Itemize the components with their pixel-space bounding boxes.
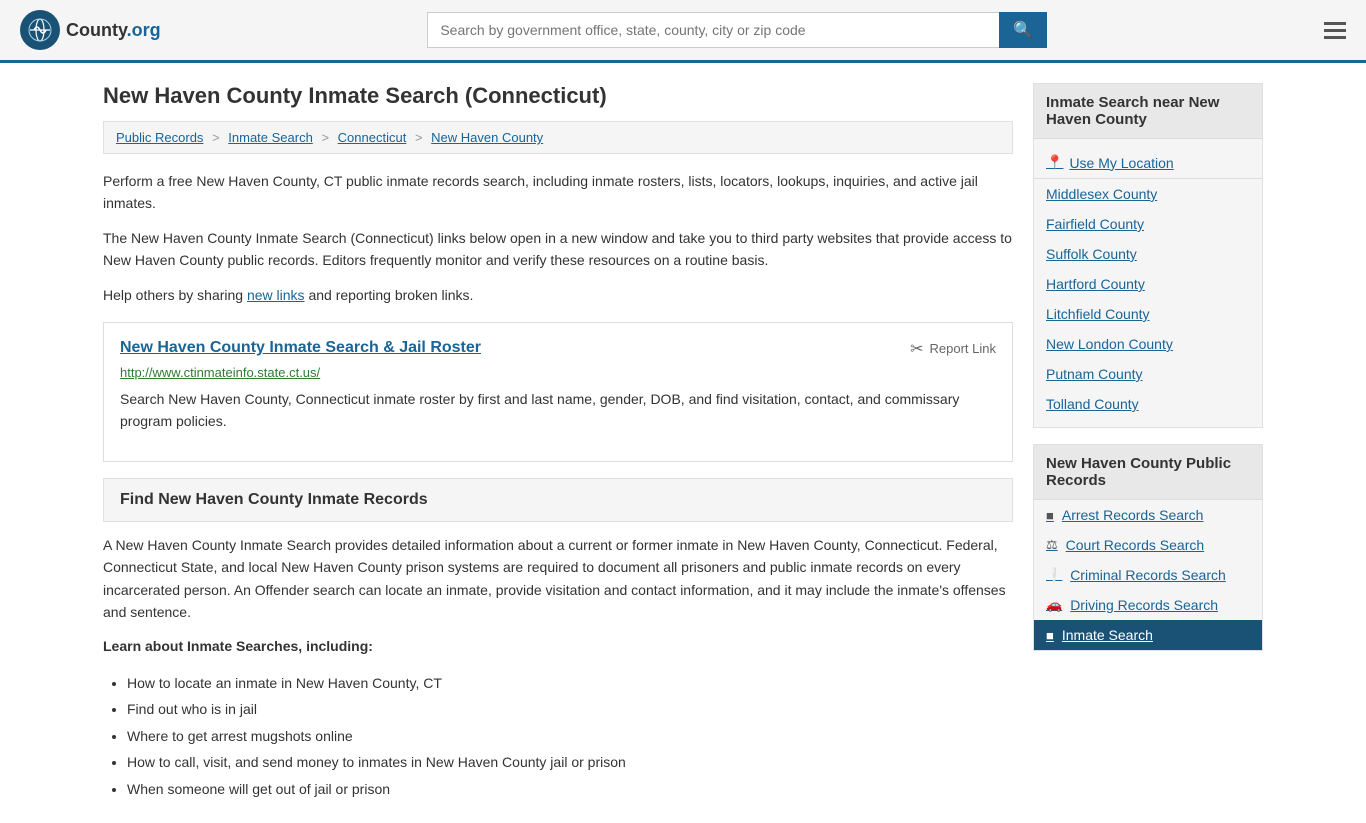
sidebar-link-fairfield[interactable]: Fairfield County — [1034, 209, 1262, 239]
report-label: Report Link — [930, 341, 996, 356]
driving-icon: 🚗 — [1046, 597, 1062, 613]
sidebar-public-records-section: New Haven County Public Records ■ Arrest… — [1033, 444, 1263, 651]
arrest-records-label: Arrest Records Search — [1062, 507, 1204, 523]
resource-title-link[interactable]: New Haven County Inmate Search & Jail Ro… — [120, 339, 481, 357]
location-pin-icon: 📍 — [1046, 154, 1063, 171]
sidebar-link-litchfield[interactable]: Litchfield County — [1034, 299, 1262, 329]
putnam-county-label: Putnam County — [1046, 366, 1143, 382]
resource-description: Search New Haven County, Connecticut inm… — [120, 388, 996, 433]
arrest-icon: ■ — [1046, 508, 1054, 523]
new-london-county-label: New London County — [1046, 336, 1173, 352]
report-link-button[interactable]: ✂ Report Link — [910, 339, 996, 359]
search-icon: 🔍 — [1013, 22, 1033, 39]
resource-card: New Haven County Inmate Search & Jail Ro… — [103, 322, 1013, 462]
page-title: New Haven County Inmate Search (Connecti… — [103, 83, 1013, 109]
menu-icon-line1 — [1324, 22, 1346, 25]
use-location-label: Use My Location — [1069, 155, 1173, 171]
intro-paragraph-2: The New Haven County Inmate Search (Conn… — [103, 227, 1013, 272]
breadcrumb-public-records[interactable]: Public Records — [116, 130, 203, 145]
find-records-body: A New Haven County Inmate Search provide… — [103, 534, 1013, 624]
intro-3-prefix: Help others by sharing — [103, 287, 247, 303]
search-bar: 🔍 — [427, 12, 1047, 48]
bullet-item-1: How to locate an inmate in New Haven Cou… — [127, 670, 1013, 697]
inmate-search-label: Inmate Search — [1062, 627, 1153, 643]
sidebar-public-records-title: New Haven County Public Records — [1034, 445, 1262, 500]
sidebar-public-records-body: ■ Arrest Records Search ⚖ Court Records … — [1034, 500, 1262, 650]
logo-link[interactable]: County.org — [20, 10, 161, 50]
menu-icon-line2 — [1324, 29, 1346, 32]
sidebar: Inmate Search near New Haven County 📍 Us… — [1033, 83, 1263, 803]
driving-records-label: Driving Records Search — [1070, 597, 1218, 613]
bullet-item-5: When someone will get out of jail or pri… — [127, 776, 1013, 803]
search-input[interactable] — [427, 12, 999, 48]
court-records-label: Court Records Search — [1066, 537, 1205, 553]
new-links-link[interactable]: new links — [247, 287, 305, 303]
sidebar-link-hartford[interactable]: Hartford County — [1034, 269, 1262, 299]
sidebar-inmate-body: 📍 Use My Location Middlesex County Fairf… — [1034, 139, 1262, 427]
report-icon: ✂ — [910, 339, 923, 359]
criminal-records-label: Criminal Records Search — [1070, 567, 1226, 583]
sidebar-link-tolland[interactable]: Tolland County — [1034, 389, 1262, 419]
resource-url-link[interactable]: http://www.ctinmateinfo.state.ct.us/ — [120, 365, 320, 380]
suffolk-county-label: Suffolk County — [1046, 246, 1137, 262]
resource-url[interactable]: http://www.ctinmateinfo.state.ct.us/ — [120, 365, 996, 380]
hartford-county-label: Hartford County — [1046, 276, 1145, 292]
intro-3-suffix: and reporting broken links. — [305, 287, 474, 303]
sidebar-inmate-section: Inmate Search near New Haven County 📍 Us… — [1033, 83, 1263, 428]
intro-paragraph-3: Help others by sharing new links and rep… — [103, 284, 1013, 306]
bullet-item-3: Where to get arrest mugshots online — [127, 723, 1013, 750]
logo-text: County.org — [66, 20, 161, 41]
sidebar-link-suffolk[interactable]: Suffolk County — [1034, 239, 1262, 269]
menu-button[interactable] — [1324, 22, 1346, 39]
breadcrumb: Public Records > Inmate Search > Connect… — [103, 121, 1013, 154]
middlesex-county-label: Middlesex County — [1046, 186, 1157, 202]
criminal-icon: ❕ — [1046, 567, 1062, 583]
sidebar-link-putnam[interactable]: Putnam County — [1034, 359, 1262, 389]
logo-icon — [20, 10, 60, 50]
pub-record-driving[interactable]: 🚗 Driving Records Search — [1034, 590, 1262, 620]
intro-paragraph-1: Perform a free New Haven County, CT publ… — [103, 170, 1013, 215]
learn-heading: Learn about Inmate Searches, including: — [103, 635, 1013, 657]
breadcrumb-sep3: > — [415, 130, 423, 145]
content-area: New Haven County Inmate Search (Connecti… — [103, 83, 1013, 803]
pub-record-criminal[interactable]: ❕ Criminal Records Search — [1034, 560, 1262, 590]
pub-record-arrest[interactable]: ■ Arrest Records Search — [1034, 500, 1262, 530]
court-icon: ⚖ — [1046, 537, 1058, 553]
litchfield-county-label: Litchfield County — [1046, 306, 1150, 322]
pub-record-court[interactable]: ⚖ Court Records Search — [1034, 530, 1262, 560]
find-records-section: Find New Haven County Inmate Records — [103, 478, 1013, 522]
use-location-link[interactable]: 📍 Use My Location — [1034, 147, 1262, 178]
main-container: New Haven County Inmate Search (Connecti… — [83, 63, 1283, 823]
tolland-county-label: Tolland County — [1046, 396, 1139, 412]
breadcrumb-sep2: > — [321, 130, 329, 145]
sidebar-link-middlesex[interactable]: Middlesex County — [1034, 179, 1262, 209]
breadcrumb-inmate-search[interactable]: Inmate Search — [228, 130, 313, 145]
bullet-list: How to locate an inmate in New Haven Cou… — [103, 670, 1013, 803]
header: County.org 🔍 — [0, 0, 1366, 63]
breadcrumb-new-haven-county[interactable]: New Haven County — [431, 130, 543, 145]
logo-suffix: .org — [127, 20, 161, 40]
resource-card-header: New Haven County Inmate Search & Jail Ro… — [120, 339, 996, 359]
bullet-item-2: Find out who is in jail — [127, 696, 1013, 723]
fairfield-county-label: Fairfield County — [1046, 216, 1144, 232]
pub-record-inmate[interactable]: ■ Inmate Search — [1034, 620, 1262, 650]
search-button[interactable]: 🔍 — [999, 12, 1047, 48]
menu-icon-line3 — [1324, 36, 1346, 39]
inmate-icon: ■ — [1046, 628, 1054, 643]
bullet-item-4: How to call, visit, and send money to in… — [127, 749, 1013, 776]
breadcrumb-connecticut[interactable]: Connecticut — [338, 130, 407, 145]
find-records-title: Find New Haven County Inmate Records — [120, 491, 996, 509]
sidebar-link-new-london[interactable]: New London County — [1034, 329, 1262, 359]
sidebar-inmate-title: Inmate Search near New Haven County — [1034, 84, 1262, 139]
breadcrumb-sep1: > — [212, 130, 220, 145]
